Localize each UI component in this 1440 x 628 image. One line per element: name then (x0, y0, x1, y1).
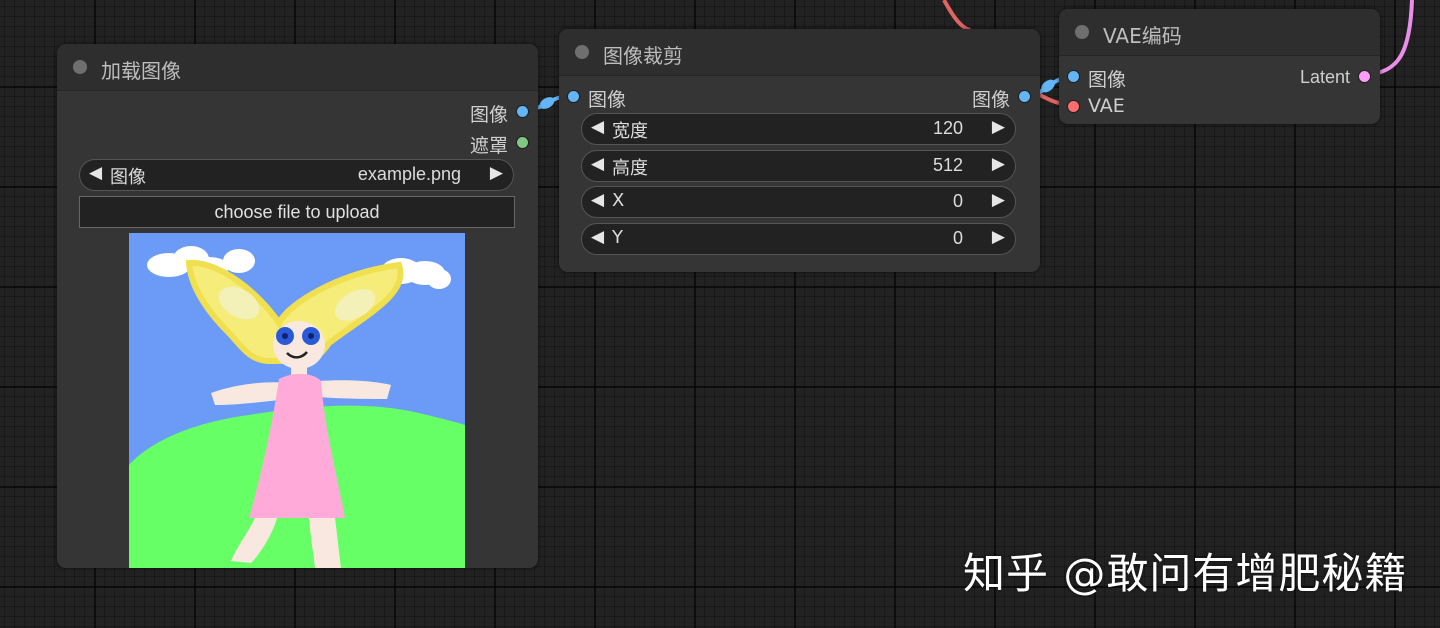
widget-value: 0 (952, 228, 963, 248)
node-header[interactable]: VAE编码 (1059, 9, 1380, 56)
input-slot-vae[interactable] (1067, 100, 1080, 113)
widget-label: 宽度 (612, 121, 648, 142)
wire-link-marker (539, 97, 555, 109)
widget-label: 高度 (612, 158, 648, 179)
output-slot-image[interactable] (516, 105, 529, 118)
image-crop-node[interactable]: 图像裁剪 图像 图像 ◀ 宽度 120 ▶ ◀ 高度 512 ▶ ◀ X 0 ▶… (559, 29, 1040, 272)
collapse-dot[interactable] (73, 60, 87, 74)
output-label-mask: 遮罩 (469, 135, 508, 157)
input-label-image: 图像 (1088, 69, 1127, 91)
widget-label: X (612, 190, 625, 211)
load-image-node[interactable]: 加载图像 图像 遮罩 ◀ 图像 example.png ▶ choose fil… (57, 44, 538, 568)
height-widget[interactable]: ◀ 高度 512 ▶ (581, 150, 1016, 182)
width-widget[interactable]: ◀ 宽度 120 ▶ (581, 113, 1016, 145)
input-label-vae: VAE (1088, 95, 1125, 117)
output-slot-image[interactable] (1018, 90, 1031, 103)
increment-arrow-icon[interactable]: ▶ (992, 227, 1005, 247)
output-label-latent: Latent (1299, 67, 1350, 87)
upload-button[interactable]: choose file to upload (79, 196, 515, 228)
y-widget[interactable]: ◀ Y 0 ▶ (581, 223, 1016, 255)
node-title: 图像裁剪 (603, 44, 683, 68)
increment-arrow-icon[interactable]: ▶ (490, 163, 503, 183)
increment-arrow-icon[interactable]: ▶ (992, 190, 1005, 210)
widget-label: Y (612, 227, 623, 248)
output-slot-latent[interactable] (1358, 70, 1371, 83)
decrement-arrow-icon[interactable]: ◀ (591, 117, 604, 137)
node-header[interactable]: 图像裁剪 (559, 29, 1040, 76)
x-widget[interactable]: ◀ X 0 ▶ (581, 186, 1016, 218)
decrement-arrow-icon[interactable]: ◀ (591, 227, 604, 247)
input-slot-image[interactable] (567, 90, 580, 103)
watermark-text: 知乎 @敢问有增肥秘籍 (963, 549, 1408, 598)
node-header[interactable]: 加载图像 (57, 44, 538, 91)
output-slot-mask[interactable] (516, 136, 529, 149)
collapse-dot[interactable] (575, 45, 589, 59)
collapse-dot[interactable] (1075, 25, 1089, 39)
widget-label: 图像 (110, 167, 146, 188)
increment-arrow-icon[interactable]: ▶ (992, 117, 1005, 137)
node-title: VAE编码 (1103, 24, 1182, 48)
decrement-arrow-icon[interactable]: ◀ (89, 163, 102, 183)
input-label-image: 图像 (588, 89, 627, 111)
node-title: 加载图像 (101, 59, 181, 83)
decrement-arrow-icon[interactable]: ◀ (591, 190, 604, 210)
vae-encode-node[interactable]: VAE编码 图像 VAE Latent (1059, 9, 1380, 124)
image-combo-widget[interactable]: ◀ 图像 example.png ▶ (79, 159, 514, 191)
output-label-image: 图像 (469, 104, 508, 126)
widget-value: 0 (952, 191, 963, 211)
widget-value: example.png (357, 164, 461, 184)
widget-value: 120 (932, 118, 963, 138)
input-slot-image[interactable] (1067, 70, 1080, 83)
image-preview (129, 233, 465, 568)
increment-arrow-icon[interactable]: ▶ (992, 154, 1005, 174)
output-label-image: 图像 (971, 89, 1010, 111)
widget-value: 512 (932, 155, 963, 175)
decrement-arrow-icon[interactable]: ◀ (591, 154, 604, 174)
